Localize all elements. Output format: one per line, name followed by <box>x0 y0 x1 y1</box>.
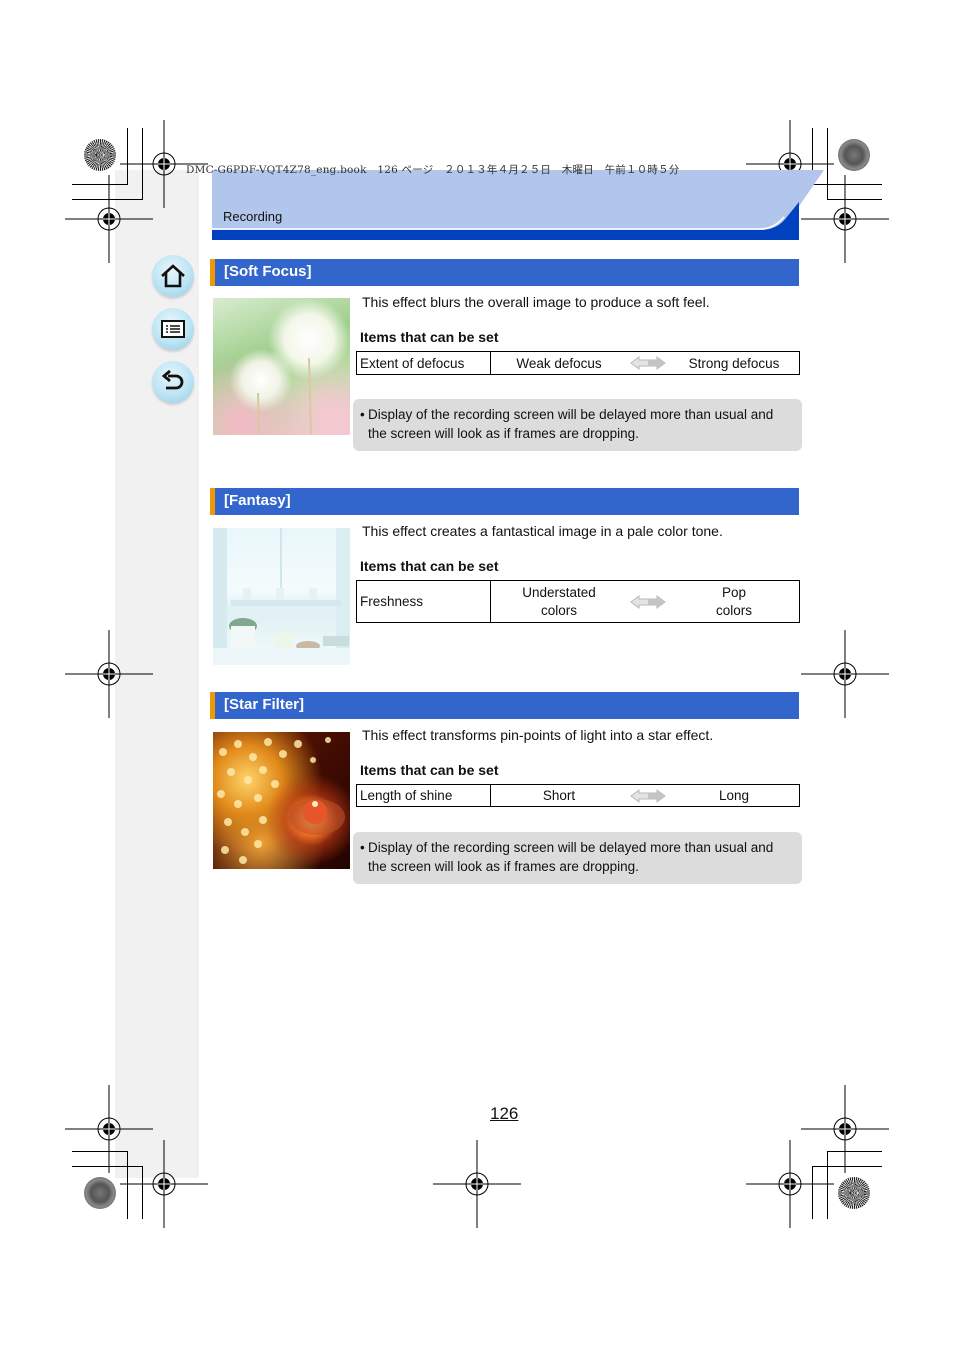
page-header-title: Recording <box>223 209 283 224</box>
back-arrow-icon <box>161 369 184 390</box>
registration-disc <box>838 1177 870 1209</box>
page-number: 126 <box>490 1104 519 1123</box>
setting-name: Length of shine <box>356 784 491 807</box>
setting-low: colors <box>540 602 577 618</box>
setting-low: Short <box>542 788 576 803</box>
setting-name: Freshness <box>356 580 491 623</box>
setting-low: Understated <box>522 584 596 600</box>
registration-disc <box>84 1177 116 1209</box>
back-button[interactable] <box>152 361 194 403</box>
registration-disc <box>838 139 870 171</box>
home-icon <box>161 264 185 288</box>
setting-low: Weak defocus <box>516 355 602 371</box>
note-line: the screen will look as if frames are dr… <box>368 859 639 874</box>
items-label: Items that can be set <box>360 762 499 778</box>
note-line: the screen will look as if frames are dr… <box>368 426 639 441</box>
section-description: This effect creates a fantastical image … <box>362 523 723 539</box>
note-line: Display of the recording screen will be … <box>368 840 774 855</box>
setting-high: colors <box>715 602 752 618</box>
setting-high: Strong defocus <box>688 355 780 371</box>
section-title: [Fantasy] <box>224 492 291 509</box>
dandelion-photo <box>213 298 350 435</box>
print-info: DMC-G6PDF-VQT4Z78_eng.book 126 ページ ２０１３年… <box>186 164 680 176</box>
double-arrow-icon <box>624 355 672 371</box>
double-arrow-icon <box>624 788 672 804</box>
menu-button[interactable] <box>152 308 194 350</box>
setting-high: Pop <box>721 584 747 600</box>
items-label: Items that can be set <box>360 558 499 574</box>
note-box: • Display of the recording screen will be… <box>353 399 802 451</box>
settings-table: Length of shine Short Long <box>356 784 800 807</box>
setting-name: Extent of defocus <box>356 351 491 375</box>
items-label: Items that can be set <box>360 329 499 345</box>
header-band <box>212 170 824 240</box>
note-line: Display of the recording screen will be … <box>368 407 774 422</box>
section-title: [Soft Focus] <box>224 263 312 280</box>
registration-disc <box>84 139 116 171</box>
candle-lights-photo <box>213 732 350 869</box>
section-description: This effect blurs the overall image to p… <box>362 294 710 310</box>
window-sill-photo <box>213 528 350 665</box>
menu-list-icon <box>161 320 185 338</box>
section-header-fantasy: [Fantasy] <box>210 488 799 515</box>
section-header-soft-focus: [Soft Focus] <box>210 259 799 286</box>
section-header-star-filter: [Star Filter] <box>210 692 799 719</box>
settings-table: Extent of defocus Weak defocus Strong de… <box>356 351 800 375</box>
note-box: • Display of the recording screen will be… <box>353 832 802 884</box>
section-description: This effect transforms pin-points of lig… <box>362 727 714 743</box>
home-button[interactable] <box>152 255 194 297</box>
setting-high: Long <box>718 788 750 803</box>
section-title: [Star Filter] <box>224 696 305 713</box>
settings-table: Freshness Understated colors Pop colors <box>356 580 800 623</box>
double-arrow-icon <box>624 594 672 610</box>
